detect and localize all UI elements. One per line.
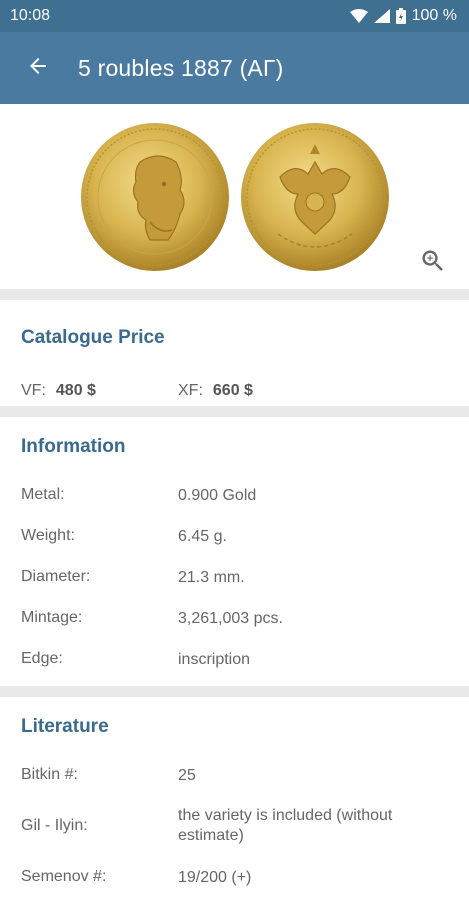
info-label: Mintage: — [21, 609, 83, 626]
price-row: VF: 480 $ XF: 660 $ — [0, 382, 469, 400]
info-value: 6.45 g. — [178, 528, 227, 545]
status-icons: 100 % — [349, 7, 457, 25]
app-bar: 5 roubles 1887 (АГ) — [0, 32, 469, 104]
literature-label: Bitkin #: — [21, 766, 78, 783]
arrow-left-icon — [26, 54, 50, 83]
info-row-edge: Edge: inscription — [0, 650, 469, 670]
section-title-catalogue: Catalogue Price — [21, 327, 165, 348]
info-label: Weight: — [21, 527, 75, 544]
price-value: 480 $ — [55, 382, 96, 399]
info-label: Metal: — [21, 486, 65, 503]
info-row-weight: Weight: 6.45 g. — [0, 527, 469, 547]
literature-label: Gil - Ilyin: — [21, 817, 88, 834]
divider — [0, 406, 469, 417]
literature-section: Literature Bitkin #: 25 Gil - Ilyin: the… — [0, 697, 469, 888]
page-title: 5 roubles 1887 (АГ) — [78, 54, 284, 81]
price-item-xf: XF: 660 $ — [178, 382, 335, 400]
info-value: 21.3 mm. — [178, 569, 245, 586]
price-value: 660 $ — [212, 382, 253, 399]
literature-row-gil-ilyin: Gil - Ilyin: the variety is included (wi… — [0, 806, 469, 846]
literature-label: Semenov #: — [21, 868, 107, 885]
literature-row-semenov: Semenov #: 19/200 (+) — [0, 868, 469, 888]
zoom-button[interactable] — [419, 247, 447, 275]
catalogue-price-section: Catalogue Price VF: 480 $ XF: 660 $ — [0, 300, 469, 406]
wifi-icon — [349, 9, 368, 23]
zoom-in-icon — [419, 250, 447, 279]
info-value: 0.900 Gold — [178, 487, 257, 504]
divider — [0, 686, 469, 697]
divider — [0, 289, 469, 300]
info-row-metal: Metal: 0.900 Gold — [0, 486, 469, 506]
literature-value: 25 — [178, 767, 196, 784]
info-label: Edge: — [21, 650, 63, 667]
section-title-information: Information — [21, 436, 126, 457]
info-value: inscription — [178, 651, 251, 668]
coin-reverse-image[interactable] — [240, 122, 390, 272]
info-row-mintage: Mintage: 3,261,003 pcs. — [0, 609, 469, 629]
literature-value: the variety is included (without estimat… — [178, 807, 393, 844]
price-item-vf: VF: 480 $ — [21, 382, 178, 400]
cellular-signal-icon — [373, 9, 390, 23]
literature-row-bitkin: Bitkin #: 25 — [0, 766, 469, 786]
price-label: XF: — [178, 382, 203, 399]
battery-icon — [395, 8, 406, 24]
status-time: 10:08 — [10, 7, 51, 24]
back-button[interactable] — [22, 52, 54, 84]
literature-value: 19/200 (+) — [178, 869, 252, 886]
info-row-diameter: Diameter: 21.3 mm. — [0, 568, 469, 588]
info-label: Diameter: — [21, 568, 91, 585]
coin-obverse-image[interactable] — [80, 122, 230, 272]
battery-percent: 100 % — [411, 7, 457, 24]
status-bar: 10:08 100 % — [0, 0, 469, 32]
section-title-literature: Literature — [21, 716, 109, 737]
information-section: Information Metal: 0.900 Gold Weight: 6.… — [0, 417, 469, 686]
info-value: 3,261,003 pcs. — [178, 610, 283, 627]
coin-images — [0, 104, 469, 289]
price-label: VF: — [21, 382, 46, 399]
